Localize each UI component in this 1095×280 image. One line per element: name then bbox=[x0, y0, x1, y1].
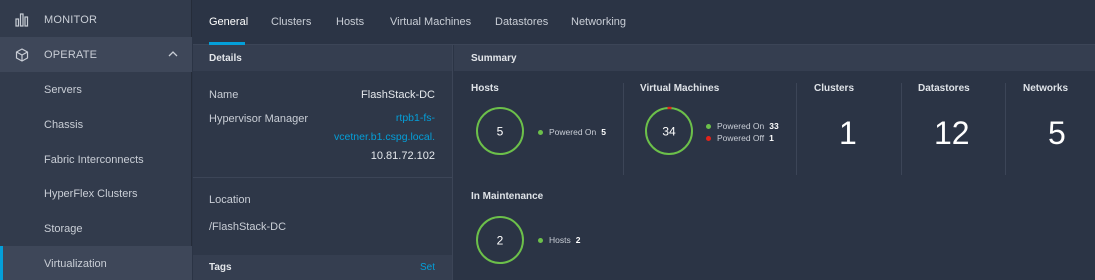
legend-value: 2 bbox=[575, 235, 581, 245]
sidebar-item-monitor[interactable]: MONITOR bbox=[0, 2, 192, 37]
clusters-count[interactable]: 1 bbox=[839, 115, 857, 152]
bar-chart-icon bbox=[14, 12, 30, 28]
datastores-count[interactable]: 12 bbox=[934, 115, 970, 152]
tab-virtual-machines[interactable]: Virtual Machines bbox=[390, 16, 471, 28]
tab-general[interactable]: General bbox=[209, 16, 248, 28]
sidebar-item-servers[interactable]: Servers bbox=[0, 72, 192, 107]
sidebar-item-label: HyperFlex Clusters bbox=[44, 187, 138, 200]
vms-count: 34 bbox=[662, 125, 676, 139]
legend-value: 33 bbox=[769, 121, 779, 131]
hypervisor-manager-ip: 10.81.72.102 bbox=[370, 150, 435, 162]
hypervisor-manager-link-line1[interactable]: rtpb1-fs- bbox=[396, 109, 435, 128]
hosts-ring: 5 bbox=[476, 107, 524, 155]
maintenance-count: 2 bbox=[497, 234, 504, 248]
tab-hosts[interactable]: Hosts bbox=[336, 16, 364, 28]
location-label: Location bbox=[209, 194, 251, 206]
chevron-up-icon[interactable] bbox=[168, 49, 178, 61]
sidebar-item-label: Chassis bbox=[44, 118, 84, 131]
sidebar-item-label: Fabric Interconnects bbox=[44, 153, 144, 166]
status-dot bbox=[538, 237, 543, 243]
sidebar-item-label: Virtualization bbox=[44, 257, 107, 270]
vms-ring: 34 bbox=[645, 106, 693, 155]
hosts-card-title: Hosts bbox=[471, 83, 499, 94]
tab-datastores[interactable]: Datastores bbox=[495, 16, 548, 28]
divider bbox=[193, 177, 452, 178]
maintenance-card-title: In Maintenance bbox=[471, 191, 544, 202]
status-dot bbox=[706, 123, 711, 129]
name-label: Name bbox=[209, 89, 239, 101]
sidebar-section-label: OPERATE bbox=[44, 48, 98, 61]
summary-panel: Summary Hosts 5 Powered On 5 Virtual Mac… bbox=[454, 45, 1095, 280]
divider bbox=[623, 83, 624, 175]
vms-legend-off: Powered Off 1 bbox=[706, 133, 774, 143]
hosts-count: 5 bbox=[497, 125, 504, 139]
details-panel: Details Name FlashStack-DC Hypervisor Ma… bbox=[193, 45, 453, 280]
name-value: FlashStack-DC bbox=[361, 89, 435, 101]
datastores-card-title: Datastores bbox=[918, 83, 970, 94]
hypervisor-manager-label: Hypervisor Manager bbox=[209, 113, 309, 125]
divider bbox=[901, 83, 902, 175]
maintenance-ring: 2 bbox=[476, 216, 524, 264]
tab-networking[interactable]: Networking bbox=[571, 16, 626, 28]
location-value: /FlashStack-DC bbox=[209, 221, 287, 233]
tab-bar bbox=[193, 0, 1095, 45]
vms-legend-on: Powered On 33 bbox=[706, 121, 779, 131]
hypervisor-manager-link-line2[interactable]: vcetner.b1.cspg.local. bbox=[334, 128, 435, 147]
legend-label: Powered On bbox=[717, 121, 765, 131]
sidebar-item-chassis[interactable]: Chassis bbox=[0, 107, 192, 142]
clusters-card-title: Clusters bbox=[814, 83, 855, 94]
sidebar-item-storage[interactable]: Storage bbox=[0, 211, 192, 246]
sidebar: MONITOR OPERATE Servers Chassis Fabric I… bbox=[0, 0, 192, 280]
status-dot bbox=[706, 135, 711, 141]
hosts-legend: Powered On 5 bbox=[538, 127, 606, 137]
networks-count[interactable]: 5 bbox=[1048, 115, 1066, 152]
divider bbox=[796, 83, 797, 175]
tags-header: Tags Set bbox=[193, 255, 452, 280]
sidebar-section-label: MONITOR bbox=[44, 13, 98, 26]
divider bbox=[1005, 83, 1006, 175]
legend-label: Powered On bbox=[549, 127, 597, 137]
sidebar-item-hyperflex-clusters[interactable]: HyperFlex Clusters bbox=[0, 176, 192, 211]
status-dot bbox=[538, 129, 543, 135]
legend-label: Hosts bbox=[549, 235, 571, 245]
tab-clusters[interactable]: Clusters bbox=[271, 16, 311, 28]
sidebar-item-label: Servers bbox=[44, 83, 82, 96]
tags-label: Tags bbox=[209, 262, 232, 273]
networks-card-title: Networks bbox=[1023, 83, 1069, 94]
sidebar-item-label: Storage bbox=[44, 222, 83, 235]
vms-card-title: Virtual Machines bbox=[640, 83, 720, 94]
legend-value: 5 bbox=[601, 127, 606, 137]
sidebar-item-operate[interactable]: OPERATE bbox=[0, 37, 192, 72]
set-tags-link[interactable]: Set bbox=[420, 262, 435, 273]
sidebar-item-virtualization[interactable]: Virtualization bbox=[0, 246, 192, 280]
cube-icon bbox=[14, 47, 30, 63]
legend-label: Powered Off bbox=[717, 133, 765, 143]
maintenance-legend: Hosts 2 bbox=[538, 235, 580, 245]
details-title: Details bbox=[193, 45, 452, 71]
summary-title: Summary bbox=[454, 45, 1095, 71]
legend-value: 1 bbox=[769, 133, 774, 143]
sidebar-item-fabric-interconnects[interactable]: Fabric Interconnects bbox=[0, 142, 192, 177]
